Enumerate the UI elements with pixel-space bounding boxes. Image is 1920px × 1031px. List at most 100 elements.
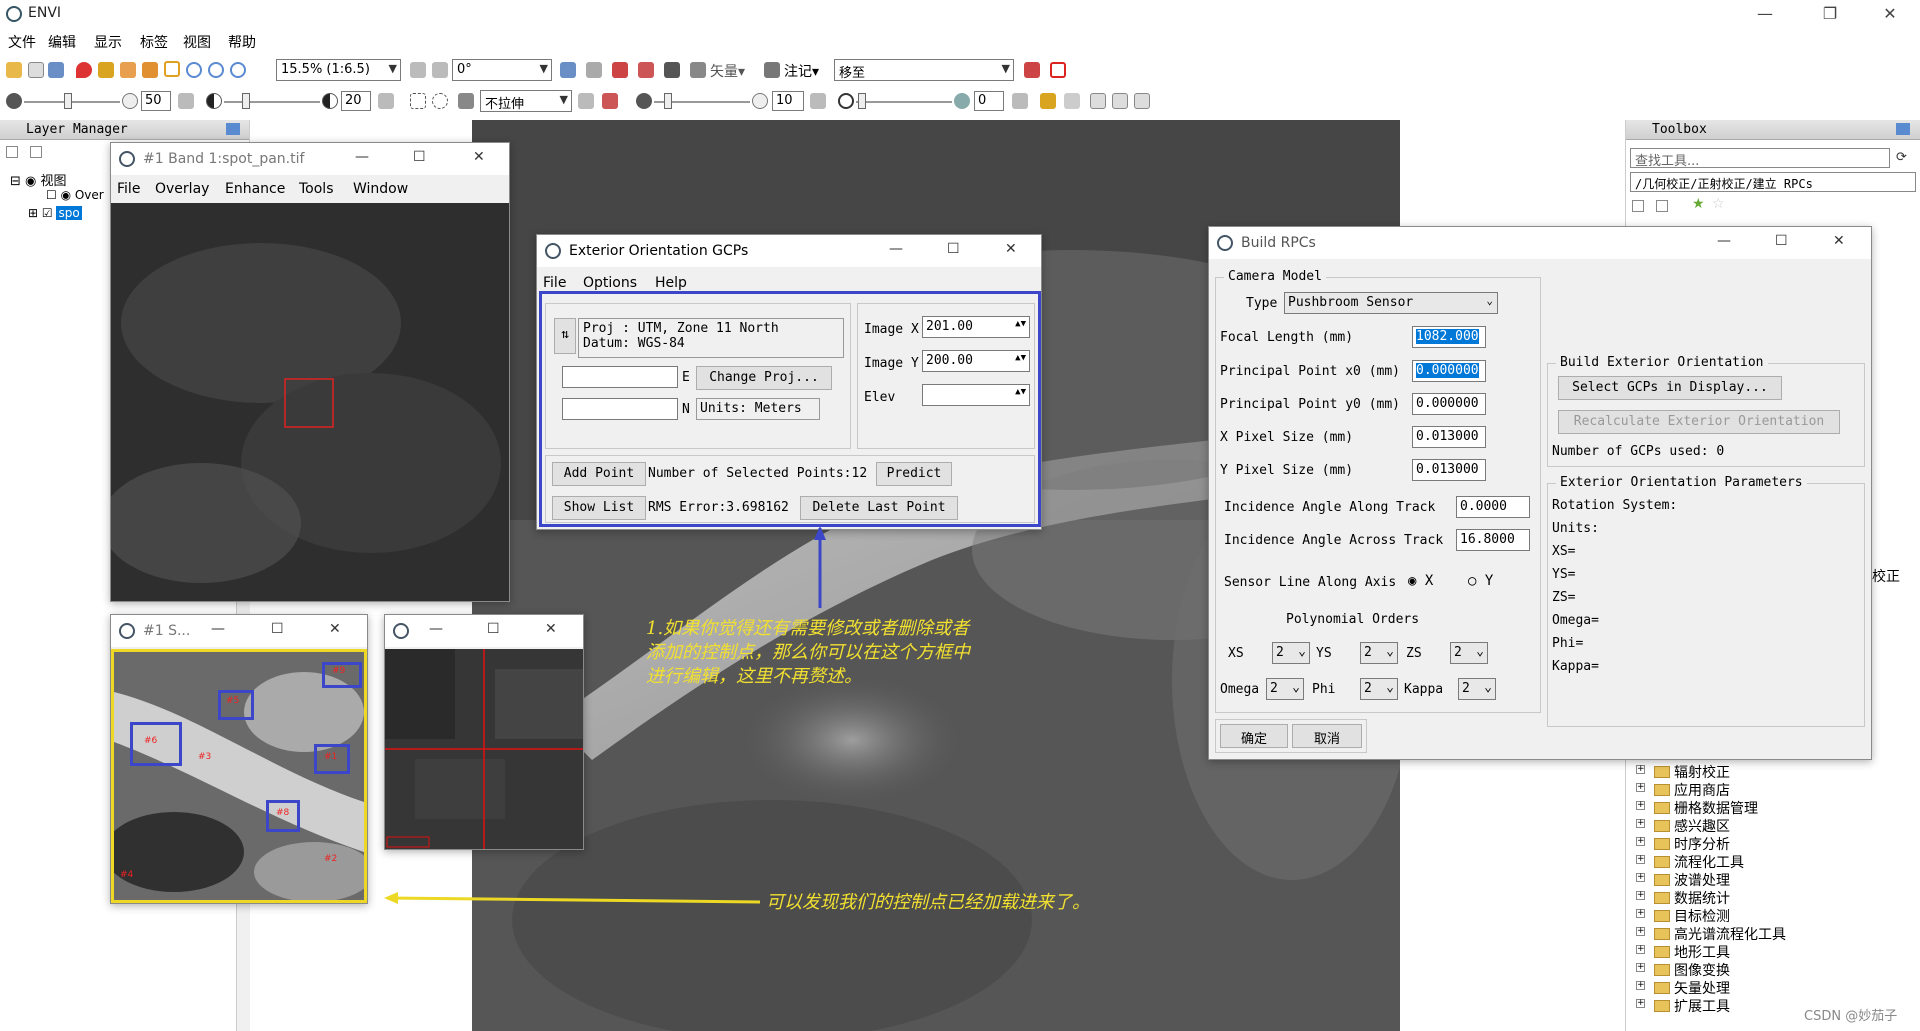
cancel-button[interactable]: 取消 (1292, 724, 1362, 748)
zoom-image[interactable] (385, 649, 583, 849)
sharpen-thumb[interactable] (664, 93, 672, 109)
contrast-thumb[interactable] (242, 93, 250, 109)
toolbox-tree-item[interactable]: + 时序分析 (1636, 834, 1730, 854)
toolbox-tree-item[interactable]: + 目标检测 (1636, 906, 1730, 926)
pan-hand-icon[interactable] (120, 62, 136, 78)
annotation-dropdown[interactable]: 注记▾ (784, 61, 819, 81)
northing-input[interactable] (562, 398, 678, 420)
vector-dropdown[interactable]: 矢量▾ (710, 61, 745, 81)
principal-x-input[interactable]: 0.000000 (1412, 360, 1486, 382)
expand-icon[interactable]: + (1636, 873, 1645, 882)
favorite-off-icon[interactable]: ☆ (1712, 196, 1725, 212)
toolbox-tree-item[interactable]: + 扩展工具 (1636, 996, 1730, 1016)
menu-file[interactable]: File (117, 181, 140, 197)
scroll-image[interactable]: #9 #5 #6 #1 #8 #3 #2 #4 (111, 649, 367, 903)
layout-icon[interactable] (1090, 93, 1106, 109)
close-button[interactable]: ✕ (329, 621, 341, 637)
expand-all-icon[interactable] (30, 146, 42, 158)
pin-icon[interactable] (76, 62, 92, 78)
elev-input[interactable]: ▲▼ (922, 384, 1030, 406)
menu-overlay[interactable]: Overlay (155, 181, 209, 197)
minimize-button[interactable]: — (1717, 233, 1731, 249)
expand-icon[interactable]: + (1636, 783, 1645, 792)
roam-icon[interactable] (142, 62, 158, 78)
mode-combo[interactable]: 移至 ▼ (834, 59, 1014, 81)
brightness-thumb[interactable] (64, 93, 72, 109)
expand-icon[interactable]: + (1636, 837, 1645, 846)
favorite-icon[interactable]: ★ (1692, 196, 1705, 212)
close-button[interactable]: ✕ (1875, 4, 1905, 23)
ys-select[interactable]: 2 ⌄ (1360, 642, 1398, 664)
layout-split-icon[interactable] (1134, 93, 1150, 109)
menu-enhance[interactable]: Enhance (225, 181, 285, 197)
settings-icon[interactable] (1024, 62, 1040, 78)
pointer-icon[interactable] (98, 62, 114, 78)
minimize-button[interactable]: — (889, 241, 903, 257)
expand-icon[interactable]: + (1636, 891, 1645, 900)
zoom-active-icon[interactable] (164, 61, 180, 77)
expand-all-icon[interactable] (1656, 200, 1668, 212)
expand-icon[interactable]: + (1636, 927, 1645, 936)
measure-icon[interactable] (612, 62, 628, 78)
camera-icon[interactable] (664, 62, 680, 78)
predict-button[interactable]: Predict (876, 462, 952, 486)
open-icon[interactable] (6, 62, 22, 78)
zoom-fit-icon[interactable] (230, 62, 246, 78)
phi-select[interactable]: 2 ⌄ (1360, 678, 1398, 700)
zoom-combo[interactable]: 15.5% (1:6.5) ▼ (276, 59, 401, 81)
y-pixel-size-input[interactable]: 0.013000 (1412, 459, 1486, 481)
add-point-button[interactable]: Add Point (552, 462, 646, 486)
expand-icon[interactable]: + (1636, 765, 1645, 774)
toolbox-tree-item[interactable]: + 数据统计 (1636, 888, 1730, 908)
ok-button[interactable]: 确定 (1220, 724, 1288, 748)
toolbox-tree-item[interactable]: + 流程化工具 (1636, 852, 1744, 872)
contrast-input[interactable]: 20 (341, 91, 371, 111)
reset-icon[interactable] (578, 93, 594, 109)
crosshair-icon[interactable] (638, 62, 654, 78)
expand-icon[interactable]: + (1636, 999, 1645, 1008)
sharpen-input[interactable]: 10 (772, 91, 804, 111)
swap-icon[interactable]: ⇅ (554, 318, 576, 354)
xs-select[interactable]: 2 ⌄ (1272, 642, 1310, 664)
toolbox-tree-item[interactable]: + 辐射校正 (1636, 762, 1730, 782)
rotation-combo[interactable]: 0° ▼ (452, 59, 552, 81)
zoom-out-icon[interactable] (208, 62, 224, 78)
stretch-combo[interactable]: 不拉伸 ▼ (480, 90, 572, 112)
omega-select[interactable]: 2 ⌄ (1266, 678, 1304, 700)
recalculate-eo-button[interactable]: Recalculate Exterior Orientation (1558, 410, 1840, 434)
record-icon[interactable] (1050, 62, 1066, 78)
minimize-button[interactable]: — (1750, 4, 1780, 23)
portal-icon[interactable] (1040, 93, 1056, 109)
brightness-input[interactable]: 50 (141, 91, 171, 111)
incidence-along-input[interactable]: 0.0000 (1456, 496, 1530, 518)
close-button[interactable]: ✕ (1833, 233, 1845, 249)
layout-grid-icon[interactable] (1112, 93, 1128, 109)
menu-display[interactable]: 显示 (94, 32, 122, 52)
axis-x-radio[interactable]: ◉ X (1408, 573, 1433, 589)
fly-icon[interactable] (560, 62, 576, 78)
contrast-slider[interactable] (224, 101, 320, 103)
axis-y-radio[interactable]: ○ Y (1468, 573, 1493, 589)
crop-icon[interactable] (48, 62, 64, 78)
rotate-left-icon[interactable] (410, 62, 426, 78)
expand-icon[interactable]: + (1636, 909, 1645, 918)
image-y-input[interactable]: 200.00 ▲▼ (922, 350, 1030, 372)
histogram-icon[interactable] (602, 93, 618, 109)
x-pixel-size-input[interactable]: 0.013000 (1412, 426, 1486, 448)
collapse-all-icon[interactable] (1632, 200, 1644, 212)
change-proj-button[interactable]: Change Proj... (696, 366, 832, 390)
show-list-button[interactable]: Show List (552, 496, 646, 520)
close-button[interactable]: ✕ (545, 621, 557, 637)
transparency-thumb[interactable] (858, 93, 866, 109)
menu-options[interactable]: Options (583, 275, 637, 291)
select-region-icon[interactable] (410, 93, 426, 109)
expand-icon[interactable]: + (1636, 819, 1645, 828)
focal-length-input[interactable]: 1082.000 (1412, 326, 1486, 348)
expand-icon[interactable]: + (1636, 945, 1645, 954)
menu-view[interactable]: 视图 (183, 32, 211, 52)
menu-file[interactable]: 文件 (8, 32, 36, 52)
annotation-tool-icon[interactable] (764, 62, 780, 78)
toolbox-tree-item[interactable]: + 感兴趣区 (1636, 816, 1730, 836)
rotate-right-icon[interactable] (432, 62, 448, 78)
toolbox-search[interactable]: 查找工具... (1630, 148, 1890, 169)
